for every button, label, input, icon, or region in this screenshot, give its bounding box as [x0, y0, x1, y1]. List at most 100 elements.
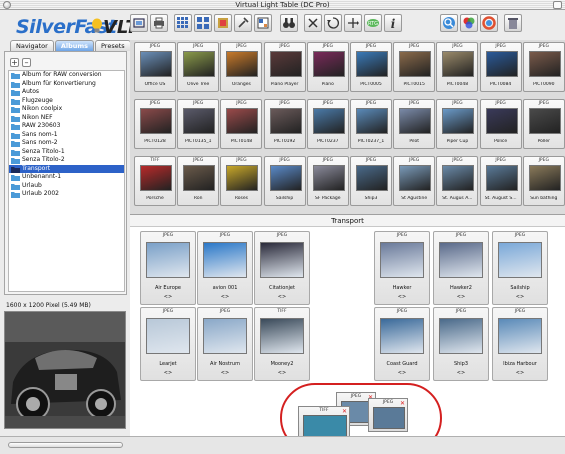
layout-icon[interactable] [254, 14, 272, 32]
album-item[interactable]: Senza Titolo-2 [9, 156, 124, 165]
thumbnail[interactable]: JPEG Piper Cup [436, 99, 479, 149]
reorder-arrows[interactable]: <> [493, 370, 547, 376]
album-item[interactable]: Autos [9, 88, 124, 97]
trash-icon[interactable] [504, 14, 522, 32]
thumbnail[interactable]: JPEG PICT0237_1 [350, 99, 392, 149]
album-item[interactable]: Nikon NEF [9, 114, 124, 123]
thumbnail[interactable]: JPEG PICT0015 [393, 42, 436, 92]
format-label: JPEG [219, 309, 231, 314]
thumbnail-image [485, 51, 518, 77]
format-label: JPEG [538, 44, 549, 49]
reorder-arrows[interactable]: <> [375, 294, 429, 300]
folder-icon [11, 73, 20, 79]
scan-icon[interactable] [130, 14, 148, 32]
folder-icon [11, 158, 20, 164]
thumbnail[interactable]: JPEG SF Package [306, 156, 349, 206]
album-item[interactable]: Flugzeuge [9, 97, 124, 106]
thumbnail[interactable]: JPEG St. Augus A... [436, 156, 479, 206]
tab-presets[interactable]: Presets [95, 40, 131, 51]
thumbnail-image [312, 51, 345, 77]
transport-thumbnail[interactable]: JPEG Hawker <> [374, 231, 430, 305]
thumbnail[interactable]: JPEG Roses [220, 156, 263, 206]
thumbnail[interactable]: JPEG PICT0128 [134, 99, 176, 149]
thumbnail[interactable]: JPEG Poller [522, 99, 565, 149]
zoom-icon[interactable] [440, 14, 458, 32]
reorder-arrows[interactable]: <> [375, 370, 429, 376]
transport-thumbnail[interactable]: JPEG Learjet <> [140, 307, 196, 381]
thumbnail[interactable]: JPEG Ship3 [350, 156, 392, 206]
album-item[interactable]: Senza Titolo-1 [9, 148, 124, 157]
reorder-arrows[interactable]: <> [198, 294, 252, 300]
horizontal-scrollbar[interactable] [8, 442, 123, 448]
thumbnail[interactable]: JPEG PICT0090 [522, 42, 565, 92]
reorder-arrows[interactable]: <> [493, 294, 547, 300]
thumbnail[interactable]: JPEG PICT0005 [350, 42, 392, 92]
thumbnail[interactable]: JPEG Police [479, 99, 522, 149]
reorder-arrows[interactable]: <> [198, 370, 252, 376]
thumbnail[interactable]: JPEG PICT0135_1 [177, 99, 220, 149]
reorder-arrows[interactable]: <> [141, 294, 195, 300]
thumbnail[interactable]: JPEG Sun bathing [522, 156, 565, 206]
thumbnail[interactable]: JPEG Ron [177, 156, 220, 206]
transport-thumbnail[interactable]: JPEG Sailship <> [492, 231, 548, 305]
album-item[interactable]: Urlaub 2002 [9, 190, 124, 199]
transport-thumbnail[interactable]: JPEG Coast Guard <> [374, 307, 430, 381]
transport-thumbnail[interactable]: JPEG Hawker2 <> [433, 231, 489, 305]
transport-thumbnail[interactable]: JPEG Air Europe <> [140, 231, 196, 305]
thumbnail[interactable]: JPEG PICT0048 [436, 42, 479, 92]
transport-thumbnail[interactable]: JPEG Air Nostrum <> [197, 307, 253, 381]
album-item[interactable]: Sans nom-2 [9, 139, 124, 148]
thumbnail[interactable]: JPEG Olive Tree [177, 42, 220, 92]
transport-thumbnail[interactable]: JPEG Ship3 <> [433, 307, 489, 381]
album-item[interactable]: Urlaub [9, 182, 124, 191]
thumbnail[interactable]: JPEG Sailship [263, 156, 306, 206]
add-album-button[interactable]: + [10, 58, 19, 67]
album-item[interactable]: RAW 230603 [9, 122, 124, 131]
thumbnail[interactable]: TIFF Porsche [134, 156, 176, 206]
album-icon[interactable] [214, 14, 232, 32]
reorder-arrows[interactable]: <> [434, 370, 488, 376]
album-item[interactable]: Nikon coolpix [9, 105, 124, 114]
thumbnail[interactable]: JPEG St. August S... [479, 156, 522, 206]
flip-icon[interactable] [344, 14, 362, 32]
reorder-arrows[interactable]: <> [255, 294, 309, 300]
rgb-icon[interactable]: RTG [364, 14, 382, 32]
album-item[interactable]: Sans nom-1 [9, 131, 124, 140]
color-wheel-icon[interactable] [480, 14, 498, 32]
album-item[interactable]: Unbenannt-1 [9, 173, 124, 182]
remove-album-button[interactable]: – [22, 58, 31, 67]
thumbnail[interactable]: JPEG Pilot [393, 99, 436, 149]
reorder-arrows[interactable]: <> [434, 294, 488, 300]
thumbnail[interactable]: JPEG PICT0237 [306, 99, 349, 149]
album-item[interactable]: Album for RAW conversion [9, 71, 124, 80]
album-item[interactable]: Transport [9, 164, 124, 173]
transport-thumbnail[interactable]: JPEG avion 001 <> [197, 231, 253, 305]
thumbnail[interactable]: JPEG Oranges [220, 42, 263, 92]
info-icon[interactable]: i [384, 14, 402, 32]
thumbnail[interactable]: JPEG Office US [134, 42, 176, 92]
bulb-icon [92, 18, 102, 33]
delete-icon[interactable] [304, 14, 322, 32]
thumbnail[interactable]: JPEG PICT0192 [263, 99, 306, 149]
tab-navigator[interactable]: Navigator [10, 40, 54, 51]
color-icon[interactable] [460, 14, 478, 32]
tools-icon[interactable] [234, 14, 252, 32]
tab-albums[interactable]: Albums [54, 40, 94, 51]
transport-thumbnail[interactable]: JPEG Ibiza Harbour <> [492, 307, 548, 381]
grid-large-icon[interactable] [194, 14, 212, 32]
thumbnail[interactable]: JPEG Piano Player [263, 42, 306, 92]
thumbnail[interactable]: JPEG PICT0148 [220, 99, 263, 149]
print-icon[interactable] [150, 14, 168, 32]
rotate-icon[interactable] [324, 14, 342, 32]
thumbnail[interactable]: JPEG PICT0084 [479, 42, 522, 92]
zoom-window-icon[interactable] [553, 1, 562, 9]
reorder-arrows[interactable]: <> [141, 370, 195, 376]
reorder-arrows[interactable]: <> [255, 370, 309, 376]
transport-thumbnail[interactable]: TIFF Mooney2 <> [254, 307, 310, 381]
thumbnail[interactable]: JPEG St Agustine [393, 156, 436, 206]
thumbnail[interactable]: JPEG Piano [306, 42, 349, 92]
transport-thumbnail[interactable]: JPEG Citationjet <> [254, 231, 310, 305]
album-item[interactable]: Album für Konvertierung [9, 80, 124, 89]
binoculars-icon[interactable] [280, 14, 298, 32]
grid-icon[interactable] [174, 14, 192, 32]
